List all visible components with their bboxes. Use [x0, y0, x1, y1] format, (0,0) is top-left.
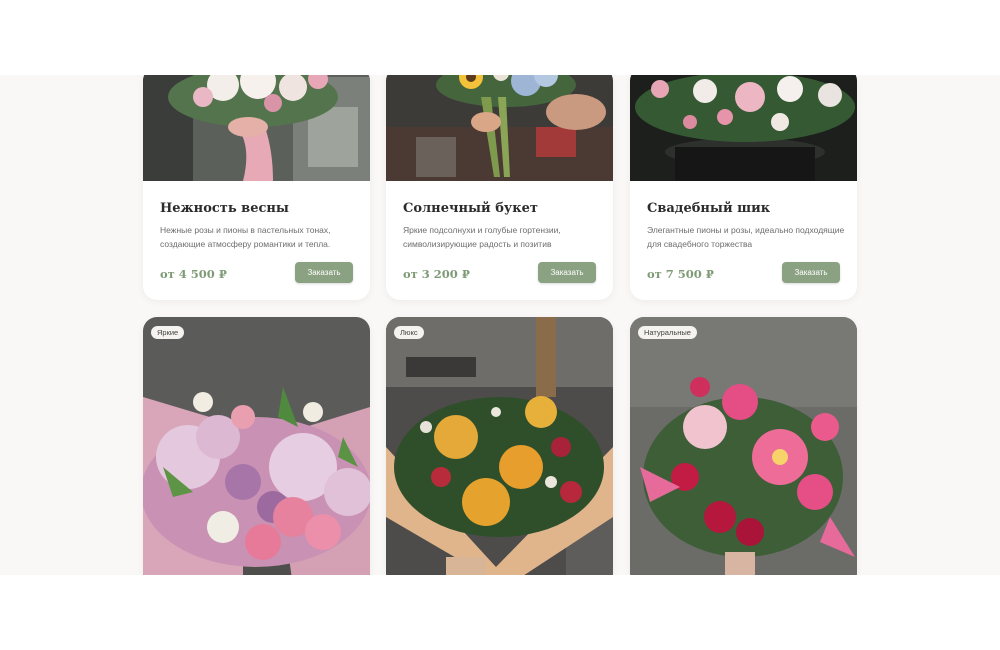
product-card[interactable]: Свадебный шик Элегантные пионы и розы, и… [630, 75, 857, 300]
gallery-card[interactable]: Натуральные [630, 317, 857, 575]
gallery-card[interactable]: Яркие [143, 317, 370, 575]
product-title: Свадебный шик [647, 201, 771, 216]
catalog-section: Нежность весны Нежные розы и пионы в пас… [0, 75, 1000, 575]
bouquet-gerbera-photo [630, 317, 857, 575]
product-price: от 3 200 ₽ [403, 267, 470, 281]
order-button[interactable]: Заказать [782, 262, 840, 283]
bouquet-pink-hydrangea-photo [143, 317, 370, 575]
order-button[interactable]: Заказать [295, 262, 353, 283]
bouquet-sunflower-photo [386, 75, 613, 181]
product-info: Солнечный букет Яркие подсолнухи и голуб… [386, 181, 613, 300]
bouquet-protea-photo [386, 317, 613, 575]
gallery-card[interactable]: Люкс [386, 317, 613, 575]
product-title: Нежность весны [160, 201, 289, 216]
category-badge: Яркие [151, 326, 185, 339]
product-description: Элегантные пионы и розы, идеально подход… [647, 225, 845, 249]
order-button[interactable]: Заказать [538, 262, 596, 283]
product-info: Нежность весны Нежные розы и пионы в пас… [143, 181, 370, 300]
product-card[interactable]: Нежность весны Нежные розы и пионы в пас… [143, 75, 370, 300]
product-title: Солнечный букет [403, 201, 538, 216]
bouquet-pastel-photo [143, 75, 370, 181]
product-description: Яркие подсолнухи и голубые гортензии, си… [403, 225, 561, 249]
product-info: Свадебный шик Элегантные пионы и розы, и… [630, 181, 857, 300]
product-price: от 4 500 ₽ [160, 267, 227, 281]
bouquet-wedding-photo [630, 75, 857, 181]
product-description: Нежные розы и пионы в пастельных тонах, … [160, 225, 331, 249]
product-card[interactable]: Солнечный букет Яркие подсолнухи и голуб… [386, 75, 613, 300]
category-badge: Натуральные [638, 326, 697, 339]
product-price: от 7 500 ₽ [647, 267, 714, 281]
category-badge: Люкс [394, 326, 424, 339]
